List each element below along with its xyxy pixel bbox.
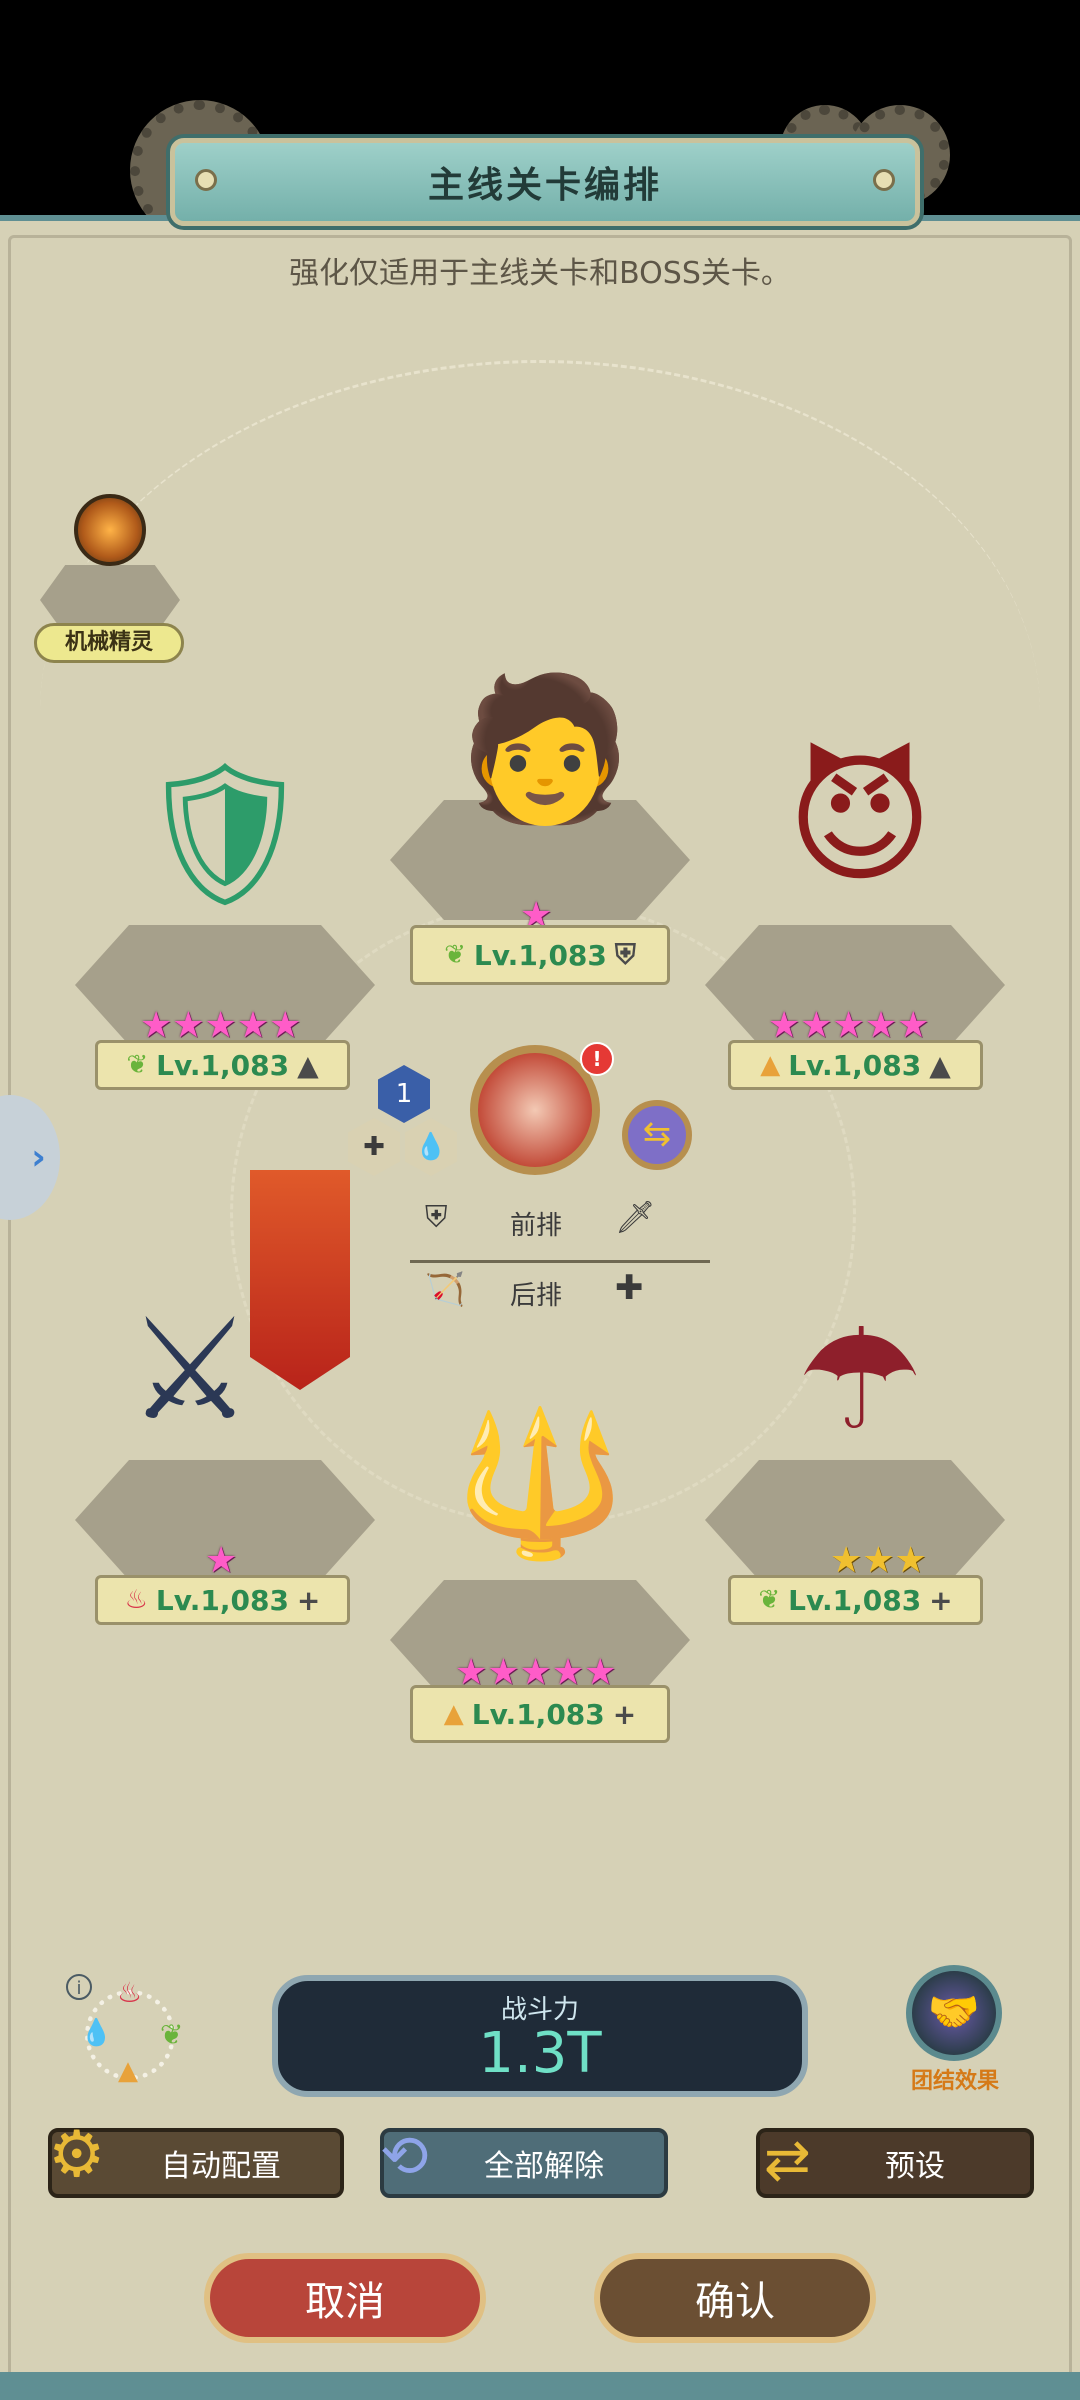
- level-box: ❦ Lv.1,083 ▲: [95, 1040, 350, 1090]
- level-box: ♨ Lv.1,083 +: [95, 1575, 350, 1625]
- hero-level: Lv.1,083: [788, 1583, 922, 1617]
- swap-arrows-icon: ⟲: [380, 2122, 429, 2190]
- leaf-element-icon: ❦: [160, 2018, 184, 2051]
- notification-badge: !: [580, 1042, 614, 1076]
- hero-level: Lv.1,083: [156, 1048, 290, 1082]
- synergy-label: 团结效果: [910, 2069, 999, 2094]
- preset-button[interactable]: ⇄ 预设: [756, 2128, 1034, 2198]
- gear-moon-icon: ⚙: [48, 2118, 106, 2192]
- hero-sprite-golden-trident: 🔱: [452, 1403, 628, 1566]
- rank-badge: 1: [378, 1065, 430, 1123]
- confirm-label: 确认: [695, 2279, 775, 2325]
- leaf-element-icon: ❦: [444, 940, 466, 970]
- cancel-button[interactable]: 取消: [204, 2253, 486, 2343]
- title-banner: 主线关卡编排: [170, 138, 920, 226]
- plus-icon: ✚: [615, 1268, 644, 1308]
- earth-element-icon: ▲: [443, 1699, 464, 1729]
- bolt-icon: [873, 169, 895, 191]
- fire-element-icon: ♨: [124, 1585, 148, 1615]
- earth-element-icon: ▲: [118, 2056, 138, 2086]
- row-front-label: 前排: [510, 1211, 563, 1241]
- leaf-element-icon: ❦: [758, 1585, 781, 1615]
- spirit-slot[interactable]: 机械精灵: [34, 455, 184, 670]
- sword-role-icon: ▲: [297, 1048, 319, 1082]
- hero-slot-bottom-center[interactable]: 🔱 ★★★★★ ▲ Lv.1,083 +: [380, 1340, 700, 1750]
- swap-icon[interactable]: ⇆: [622, 1100, 692, 1170]
- auto-config-button[interactable]: ⚙ 自动配置: [48, 2118, 344, 2198]
- bolt-icon: [195, 169, 217, 191]
- plus-role-icon: +: [612, 1697, 637, 1731]
- unequip-all-label: 全部解除: [484, 2149, 604, 2184]
- synergy-button[interactable]: 🤝 团结效果: [900, 1965, 1010, 2095]
- plus-role-icon: +: [296, 1583, 321, 1617]
- hero-level: Lv.1,083: [155, 1583, 289, 1617]
- auto-config-label: 自动配置: [161, 2149, 281, 2184]
- divider-line: [410, 1260, 710, 1263]
- row-back-label: 后排: [510, 1281, 563, 1311]
- chevron-right-icon: ›: [31, 1137, 46, 1178]
- sword-role-icon: ▲: [929, 1048, 951, 1082]
- hero-level: Lv.1,083: [473, 938, 607, 972]
- confirm-button[interactable]: 确认: [594, 2253, 876, 2343]
- hero-slot-top-left[interactable]: 🛡 ★★★★★ ❦ Lv.1,083 ▲: [70, 700, 380, 1110]
- hero-sprite-silver-hair-butler: 🧑: [457, 668, 633, 831]
- hero-level: Lv.1,083: [788, 1048, 922, 1082]
- water-element-icon: 💧: [80, 2018, 113, 2048]
- handshake-icon: 🤝: [906, 1965, 1002, 2061]
- plus-role-icon: +: [929, 1583, 953, 1617]
- page-title: 主线关卡编排: [427, 165, 662, 206]
- hero-sprite-armored-maiden: ⚔: [127, 1288, 253, 1452]
- hero-slot-top-right[interactable]: 😈 ★★★★★ ▲ Lv.1,083 ▲: [700, 650, 1020, 1110]
- mech-bee-icon: [70, 475, 150, 585]
- shield-role-icon: ⛨: [614, 938, 636, 971]
- unequip-all-button[interactable]: ⟲ 全部解除: [380, 2122, 668, 2198]
- hero-slot-bottom-right[interactable]: ☂ ★★★ ❦ Lv.1,083 +: [700, 1260, 1020, 1650]
- power-panel: 战斗力 1.3T: [272, 1975, 808, 2097]
- preset-label: 预设: [885, 2149, 945, 2184]
- element-cycle[interactable]: i ♨ 💧 ❦ ▲: [60, 1970, 200, 2090]
- level-box: ▲ Lv.1,083 ▲: [728, 1040, 983, 1090]
- hero-sprite-umbrella-lady: ☂: [797, 1298, 923, 1462]
- leaf-element-icon: ❦: [126, 1050, 149, 1080]
- level-box: ▲ Lv.1,083 +: [410, 1685, 670, 1743]
- bow-icon: 🏹: [425, 1270, 465, 1308]
- sword-icon: 🗡: [615, 1198, 656, 1236]
- bottom-frame-strip: [0, 2372, 1080, 2400]
- fire-element-icon: ♨: [117, 1976, 143, 2009]
- power-value: 1.3T: [478, 2021, 602, 2086]
- hero-level: Lv.1,083: [471, 1697, 605, 1731]
- subtitle: 强化仅适用于主线关卡和BOSS关卡。: [289, 256, 791, 291]
- info-icon[interactable]: i: [66, 1974, 92, 2000]
- spirit-label: 机械精灵: [34, 623, 184, 663]
- water-element-icon: 💧: [405, 1118, 457, 1176]
- preset-arrows-icon: ⇄: [764, 2128, 811, 2193]
- cancel-label: 取消: [305, 2279, 385, 2325]
- hero-slot-bottom-left[interactable]: ⚔ ★ ♨ Lv.1,083 +: [70, 1130, 380, 1650]
- rank-number: 1: [395, 1079, 413, 1109]
- level-box: ❦ Lv.1,083 +: [728, 1575, 983, 1625]
- level-box: ❦ Lv.1,083 ⛨: [410, 925, 670, 985]
- hero-sprite-demon-lord: 😈: [787, 738, 933, 902]
- formation-center: 1 ✚ 💧 ! ⇆ ⛨ 前排 🗡 🏹 后排 ✚: [340, 1030, 740, 1350]
- hero-sprite-jade-knight: 🛡: [136, 753, 314, 916]
- shield-icon: ⛨: [425, 1200, 448, 1235]
- hero-slot-top-center[interactable]: 🧑 ★ ❦ Lv.1,083 ⛨: [380, 640, 700, 990]
- earth-element-icon: ▲: [760, 1050, 781, 1080]
